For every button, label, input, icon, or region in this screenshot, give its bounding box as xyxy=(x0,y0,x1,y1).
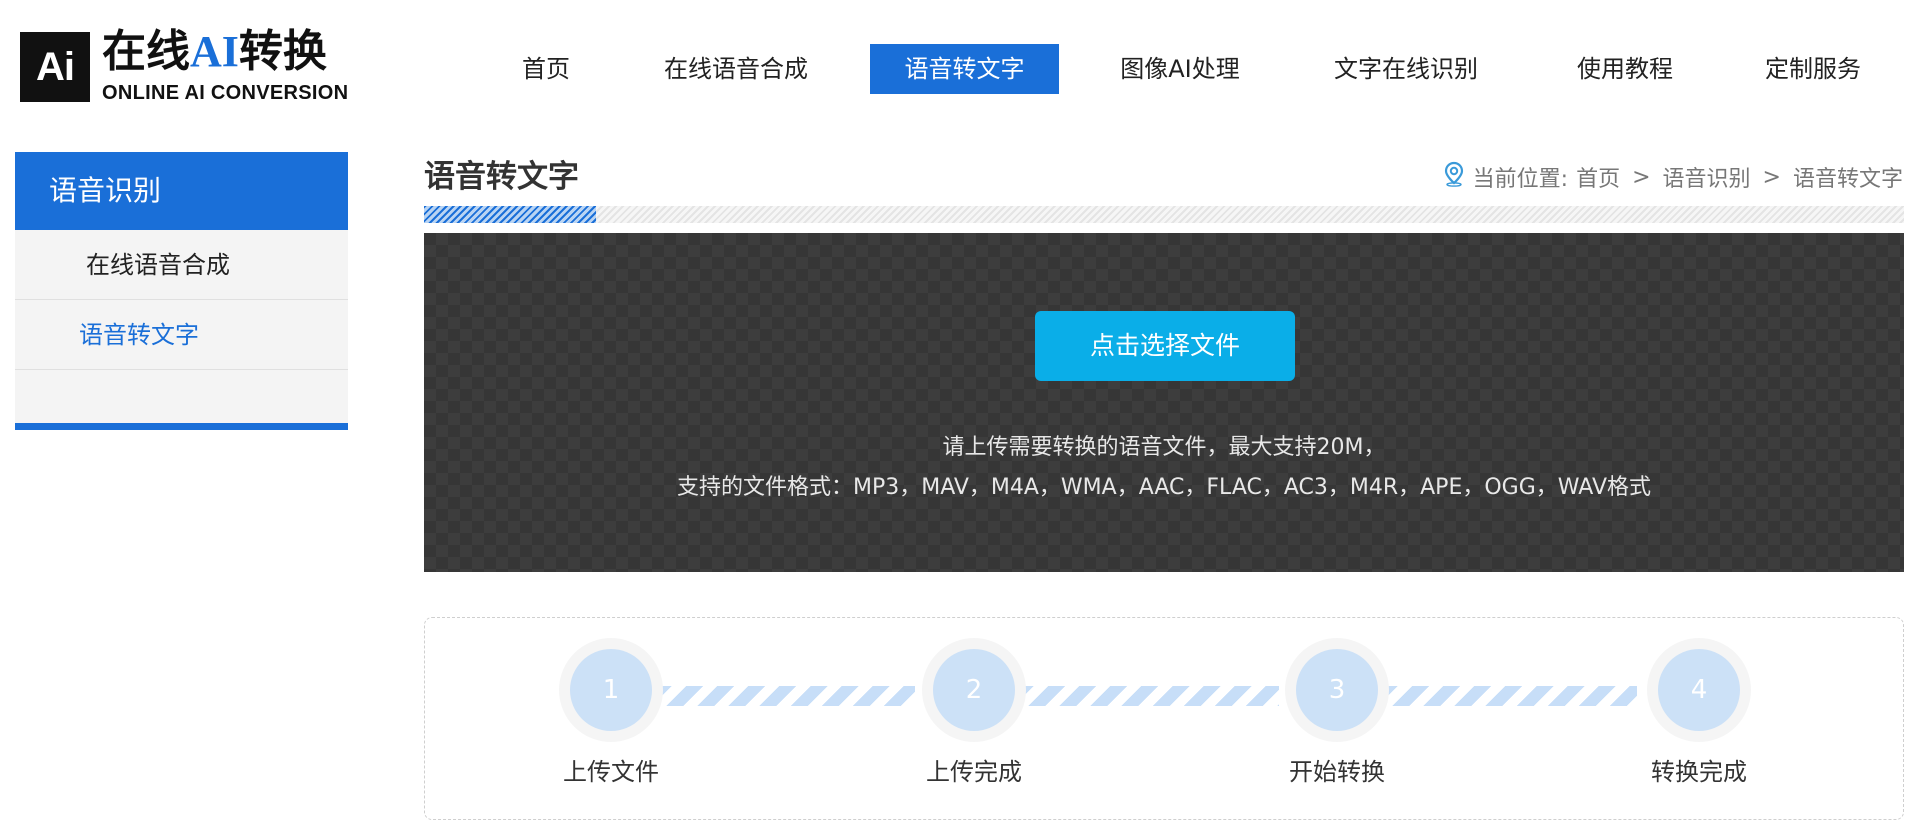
upload-area[interactable]: 点击选择文件 请上传需要转换的语音文件，最大支持20M， 支持的文件格式：MP3… xyxy=(424,233,1904,572)
nav-item-speech-to-text[interactable]: 语音转文字 xyxy=(870,44,1059,94)
main-nav: 首页 在线语音合成 语音转文字 图像AI处理 文字在线识别 使用教程 定制服务 xyxy=(0,44,1914,94)
breadcrumb-separator: > xyxy=(1762,164,1781,190)
page-title: 语音转文字 xyxy=(424,159,579,195)
step-circle: 1 xyxy=(559,638,663,742)
location-pin-icon xyxy=(1443,161,1465,193)
step-conversion-complete: 4 转换完成 xyxy=(1619,638,1779,787)
sidebar-heading: 语音识别 xyxy=(15,152,348,230)
nav-item-tutorial[interactable]: 使用教程 xyxy=(1565,44,1685,94)
breadcrumb: 当前位置: 首页 > 语音识别 > 语音转文字 xyxy=(1443,160,1903,194)
nav-item-home[interactable]: 首页 xyxy=(506,44,586,94)
step-start-conversion: 3 开始转换 xyxy=(1257,638,1417,787)
breadcrumb-prefix: 当前位置: xyxy=(1472,167,1569,192)
step-number: 2 xyxy=(933,649,1015,731)
title-divider-accent xyxy=(424,206,596,223)
nav-item-tts[interactable]: 在线语音合成 xyxy=(655,44,817,94)
breadcrumb-current: 语音转文字 xyxy=(1792,167,1903,192)
step-connector xyxy=(1017,686,1279,706)
step-circle: 4 xyxy=(1647,638,1751,742)
sidebar-item-tts[interactable]: 在线语音合成 xyxy=(15,230,348,300)
step-upload-file: 1 上传文件 xyxy=(531,638,691,787)
upload-hint-size: 请上传需要转换的语音文件，最大支持20M， xyxy=(942,435,1386,460)
sidebar-footer-bar xyxy=(15,423,348,430)
step-circle: 2 xyxy=(922,638,1026,742)
nav-item-custom-service[interactable]: 定制服务 xyxy=(1753,44,1873,94)
step-connector xyxy=(655,686,915,706)
step-label: 上传完成 xyxy=(926,758,1022,786)
upload-hint-formats: 支持的文件格式：MP3，MAV，M4A，WMA，AAC，FLAC，AC3，M4R… xyxy=(676,475,1652,500)
step-connector xyxy=(1381,686,1637,706)
choose-file-button[interactable]: 点击选择文件 xyxy=(1035,311,1295,381)
step-label: 开始转换 xyxy=(1289,758,1385,786)
breadcrumb-link-home[interactable]: 首页 xyxy=(1576,161,1620,193)
step-circle: 3 xyxy=(1285,638,1389,742)
sidebar: 语音识别 在线语音合成 语音转文字 xyxy=(15,152,348,430)
nav-item-image-ai[interactable]: 图像AI处理 xyxy=(1110,44,1250,94)
step-label: 上传文件 xyxy=(563,758,659,786)
breadcrumb-separator: > xyxy=(1632,164,1651,190)
breadcrumb-link-speech-recognition[interactable]: 语音识别 xyxy=(1663,161,1751,193)
nav-item-ocr[interactable]: 文字在线识别 xyxy=(1325,44,1487,94)
sidebar-item-speech-to-text[interactable]: 语音转文字 xyxy=(15,300,348,370)
step-number: 3 xyxy=(1296,649,1378,731)
step-number: 4 xyxy=(1658,649,1740,731)
header: Ai 在线AI转换 ONLINE AI CONVERSION 首页 在线语音合成… xyxy=(0,0,1914,140)
step-upload-complete: 2 上传完成 xyxy=(894,638,1054,787)
sidebar-spacer xyxy=(15,370,348,423)
step-label: 转换完成 xyxy=(1651,758,1747,786)
step-number: 1 xyxy=(570,649,652,731)
title-divider xyxy=(424,206,1904,223)
steps-panel: 1 上传文件 2 上传完成 3 开始转换 4 转换完成 xyxy=(424,617,1904,820)
